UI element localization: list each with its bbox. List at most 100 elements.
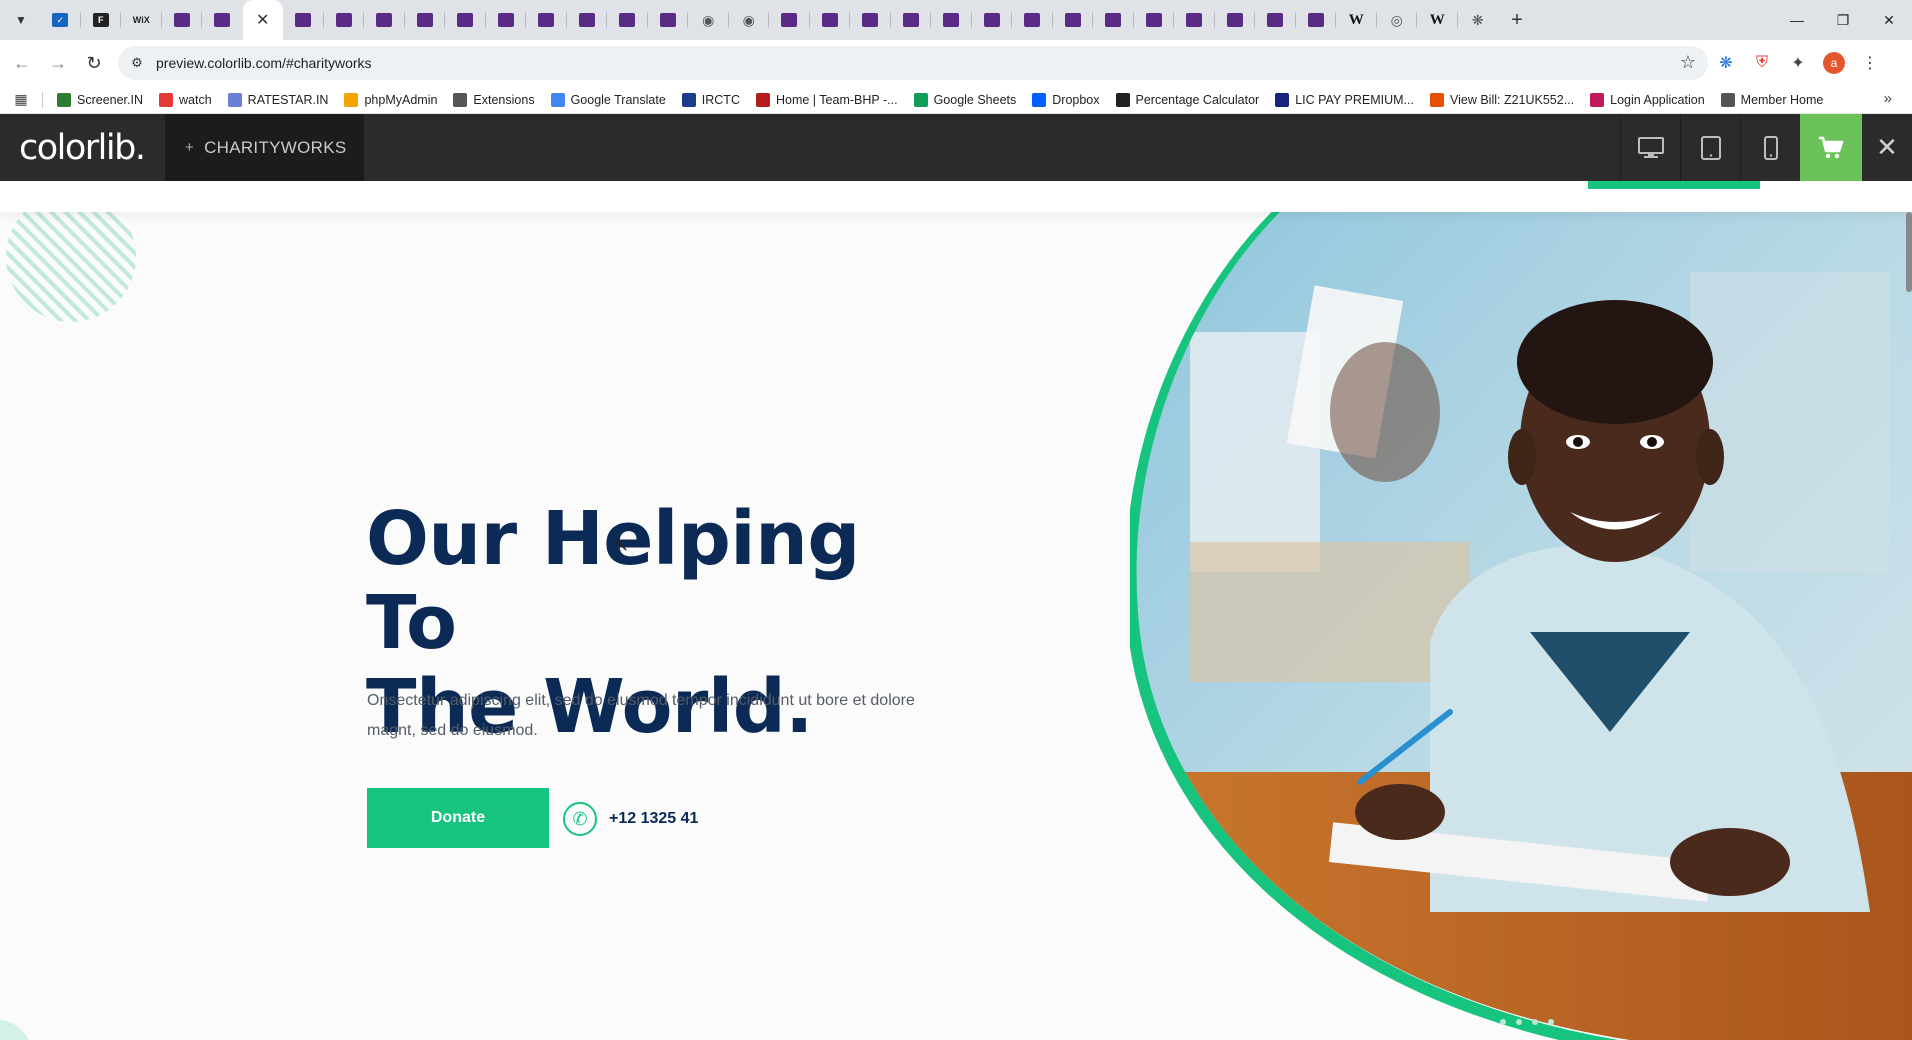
close-preview-icon[interactable]: ✕: [1862, 114, 1912, 181]
tab[interactable]: [162, 0, 202, 40]
colorlib-favicon-icon: [457, 13, 474, 27]
tab[interactable]: [1296, 0, 1336, 40]
website-viewport: Our Helping To The World. Onsectetur adi…: [0, 181, 1912, 1040]
tab[interactable]: [850, 0, 891, 40]
tab[interactable]: [526, 0, 567, 40]
mobile-view-button[interactable]: [1740, 114, 1800, 181]
tab[interactable]: [648, 0, 688, 40]
address-bar[interactable]: ⚙ preview.colorlib.com/#charityworks ☆: [118, 46, 1708, 80]
buy-cart-button[interactable]: [1800, 114, 1862, 181]
tab[interactable]: [1053, 0, 1093, 40]
tab[interactable]: [769, 0, 810, 40]
tab[interactable]: [607, 0, 648, 40]
tab[interactable]: [202, 0, 243, 40]
slider-dot[interactable]: [1516, 1019, 1522, 1025]
back-button[interactable]: ←: [4, 45, 40, 81]
theme-selector[interactable]: + CHARITYWORKS: [165, 114, 364, 181]
tab-active[interactable]: ✕: [242, 0, 283, 40]
bookmark-item[interactable]: View Bill: Z21UK552...: [1422, 88, 1582, 112]
tab[interactable]: W: [1417, 0, 1458, 40]
new-tab-button[interactable]: +: [1502, 5, 1532, 35]
slider-dot[interactable]: [1500, 1019, 1506, 1025]
tab[interactable]: [324, 0, 364, 40]
bookmark-item[interactable]: Screener.IN: [49, 88, 151, 112]
bookmark-label: View Bill: Z21UK552...: [1449, 92, 1575, 107]
apps-grid-icon[interactable]: ▦: [6, 91, 36, 108]
slider-dot[interactable]: [1532, 1019, 1538, 1025]
tab[interactable]: [1093, 0, 1134, 40]
bookmark-item[interactable]: Google Sheets: [906, 88, 1025, 112]
tab-list: ✓ F WiX ✕ ◉ ◉ W ◎ W ❋: [40, 0, 1498, 40]
bookmark-item[interactable]: phpMyAdmin: [336, 88, 445, 112]
window-controls: — ❐ ✕: [1774, 0, 1912, 40]
bookmark-item[interactable]: Percentage Calculator: [1108, 88, 1268, 112]
tab[interactable]: [486, 0, 526, 40]
url-text[interactable]: preview.colorlib.com/#charityworks: [156, 55, 372, 71]
site-header: [0, 181, 1912, 212]
phone-contact[interactable]: ✆ +12 1325 41: [563, 802, 698, 836]
tab[interactable]: [972, 0, 1012, 40]
colorlib-favicon-icon: [1064, 13, 1081, 27]
tablet-view-button[interactable]: [1680, 114, 1740, 181]
tab[interactable]: [364, 0, 405, 40]
tab[interactable]: ◎: [1377, 0, 1417, 40]
wikipedia-icon: W: [1429, 11, 1445, 28]
tab[interactable]: [567, 0, 607, 40]
close-tab-icon[interactable]: ✕: [255, 12, 271, 29]
tab[interactable]: ✓: [40, 0, 81, 40]
tab[interactable]: F: [81, 0, 121, 40]
reload-button[interactable]: ↻: [76, 45, 112, 81]
tab[interactable]: WiX: [121, 0, 162, 40]
slider-dots[interactable]: [1500, 1019, 1554, 1025]
tab[interactable]: [810, 0, 850, 40]
bookmark-item[interactable]: Login Application: [1582, 88, 1713, 112]
theme-name: CHARITYWORKS: [204, 137, 347, 157]
extension-icon[interactable]: ❋: [1708, 45, 1744, 81]
phone-number[interactable]: +12 1325 41: [609, 810, 698, 828]
tab[interactable]: [405, 0, 445, 40]
donate-button[interactable]: Donate: [367, 788, 549, 848]
tab[interactable]: [1134, 0, 1174, 40]
tab-search-chevron-icon[interactable]: ▼: [6, 5, 36, 35]
bookmark-item[interactable]: LIC PAY PREMIUM...: [1267, 88, 1422, 112]
bookmark-item[interactable]: Extensions: [445, 88, 542, 112]
tab[interactable]: W: [1336, 0, 1377, 40]
forward-button[interactable]: →: [40, 45, 76, 81]
shield-extension-icon[interactable]: ⛨: [1744, 45, 1780, 81]
more-bookmarks-chevron-icon[interactable]: »: [1884, 90, 1892, 107]
bookmark-item[interactable]: Dropbox: [1024, 88, 1107, 112]
restore-button[interactable]: ❐: [1820, 0, 1866, 40]
tab[interactable]: ◉: [688, 0, 729, 40]
bookmark-item[interactable]: IRCTC: [674, 88, 748, 112]
menu-kebab-icon[interactable]: ⋮: [1852, 45, 1888, 81]
tab[interactable]: [283, 0, 324, 40]
tab[interactable]: [891, 0, 931, 40]
tab[interactable]: [1215, 0, 1255, 40]
bookmark-item[interactable]: Google Translate: [543, 88, 674, 112]
train-icon: [681, 92, 696, 107]
profile-avatar[interactable]: a: [1816, 45, 1852, 81]
bookmark-item[interactable]: Home | Team-BHP -...: [748, 88, 906, 112]
shopping-cart-icon: [1819, 136, 1844, 158]
bookmark-star-icon[interactable]: ☆: [1680, 52, 1696, 73]
hero-photo: [1130, 212, 1912, 1040]
desktop-view-button[interactable]: [1620, 114, 1680, 181]
tab[interactable]: [931, 0, 972, 40]
colorlib-logo[interactable]: colorlib.: [0, 114, 165, 181]
star-icon: [227, 92, 242, 107]
tab[interactable]: [1255, 0, 1296, 40]
slider-dot[interactable]: [1548, 1019, 1554, 1025]
bookmark-item[interactable]: watch: [151, 88, 220, 112]
site-info-icon[interactable]: ⚙: [122, 48, 152, 78]
tab[interactable]: ◉: [729, 0, 769, 40]
extensions-puzzle-icon[interactable]: ✦: [1780, 45, 1816, 81]
minimize-button[interactable]: —: [1774, 0, 1820, 40]
close-window-button[interactable]: ✕: [1866, 0, 1912, 40]
bookmark-item[interactable]: RATESTAR.IN: [220, 88, 337, 112]
tab[interactable]: [445, 0, 486, 40]
scrollbar-thumb[interactable]: [1906, 212, 1912, 292]
bookmark-item[interactable]: Member Home: [1713, 88, 1832, 112]
tab[interactable]: [1174, 0, 1215, 40]
tab[interactable]: ❋: [1458, 0, 1499, 40]
tab[interactable]: [1012, 0, 1053, 40]
